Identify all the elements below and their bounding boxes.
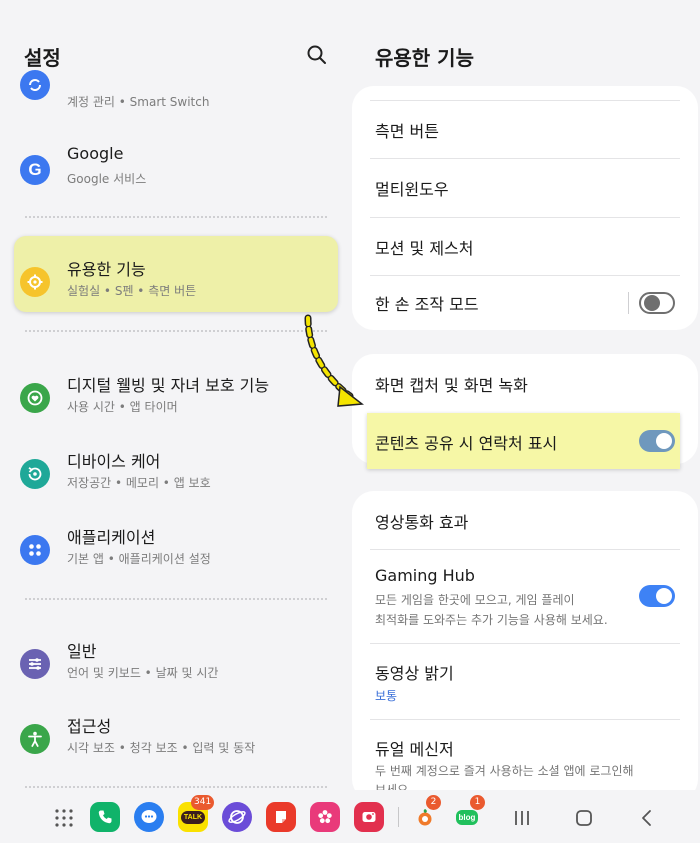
page-title: 유용한 기능 [375,46,474,70]
apps-grid-icon [20,535,50,565]
phone-app-icon[interactable] [90,802,120,832]
features-card: 측면 버튼 멀티윈도우 모션 및 제스처 한 손 조작 모드 [352,86,698,330]
features-card: 영상통화 효과 Gaming Hub 모든 게임을 한곳에 모으고, 게임 플레… [352,491,698,790]
search-icon [307,45,326,64]
settings-item-apps[interactable]: 애플리케이션 기본 앱 • 애플리케이션 설정 [0,520,350,580]
blog-logo: blog [455,809,479,825]
dual-messenger-item[interactable]: 듀얼 메신저 두 번째 계정으로 즐겨 사용하는 소셜 앱에 로그인해 보세요. [352,720,698,790]
item-label: 콘텐츠 공유 시 연락처 표시 [375,434,558,453]
heart-circle-icon [20,383,50,413]
settings-item-subtitle: 저장공간 • 메모리 • 앱 보호 [67,476,211,490]
one-handed-mode-item[interactable]: 한 손 조작 모드 [352,276,698,330]
recent-app-icon[interactable]: 2 [410,795,441,832]
screen: 설정 계정 관리 • Smart Switch G Google Google … [0,0,700,843]
settings-item-title: 애플리케이션 [67,528,156,547]
advanced-features-pane: 유용한 기능 측면 버튼 멀티윈도우 모션 및 제스처 한 손 조작 모드 화면… [350,0,700,790]
google-icon: G [20,155,50,185]
item-value: 보통 [375,689,398,703]
settings-item-advanced-features[interactable]: 유용한 기능 실험실 • S펜 • 측면 버튼 [0,252,350,312]
settings-item-subtitle: 사용 시간 • 앱 타이머 [67,400,178,414]
gear-plus-icon [20,267,50,297]
settings-item-subtitle: 계정 관리 • Smart Switch [67,95,210,109]
settings-item-title: 유용한 기능 [67,260,146,279]
show-contacts-when-sharing-item[interactable]: 콘텐츠 공유 시 연락처 표시 [352,413,698,469]
motions-gestures-item[interactable]: 모션 및 제스처 [352,218,698,276]
gaming-hub-item[interactable]: Gaming Hub 모든 게임을 한곳에 모으고, 게임 플레이 최적화를 도… [352,550,698,643]
settings-item-subtitle: 언어 및 키보드 • 날짜 및 시간 [67,666,219,680]
settings-item-title: 디바이스 케어 [67,452,161,471]
item-label: 동영상 밝기 [375,664,454,683]
search-button[interactable] [304,42,330,68]
item-description: 보세요. [375,783,412,790]
section-divider [25,786,327,788]
item-label: 멀티윈도우 [375,180,449,199]
settings-item-accessibility[interactable]: 접근성 시각 보조 • 청각 보조 • 입력 및 동작 [0,709,350,769]
camera-app-icon[interactable] [354,802,384,832]
section-divider [25,216,327,218]
section-divider [25,330,327,332]
gallery-app-icon[interactable] [310,802,340,832]
messages-app-icon[interactable] [134,802,164,832]
accessibility-icon [20,724,50,754]
screenshots-recording-item[interactable]: 화면 캡처 및 화면 녹화 [352,354,698,412]
item-label: 화면 캡처 및 화면 녹화 [375,376,528,395]
naver-blog-app-icon[interactable]: blog 1 [452,795,485,832]
settings-item-subtitle: 실험실 • S펜 • 측면 버튼 [67,284,197,298]
kakaotalk-app-icon[interactable]: TALK 341 [178,795,215,832]
item-label: 영상통화 효과 [375,513,469,532]
one-handed-mode-toggle[interactable] [639,292,675,314]
notification-badge: 2 [426,795,441,810]
item-label: 듀얼 메신저 [375,740,454,759]
home-icon[interactable] [574,808,594,828]
taskbar: TALK 341 2 blog 1 [0,790,700,843]
settings-item-subtitle: 시각 보조 • 청각 보조 • 입력 및 동작 [67,741,256,755]
settings-item-title: 일반 [67,642,97,661]
settings-item-general[interactable]: 일반 언어 및 키보드 • 날짜 및 시간 [0,634,350,694]
kakaotalk-logo: TALK [180,810,206,824]
notification-badge: 1 [470,795,485,810]
settings-item-title: 디지털 웰빙 및 자녀 보호 기능 [67,376,270,395]
item-description: 최적화를 도와주는 추가 기능을 사용해 보세요. [375,613,608,627]
sync-icon [20,70,50,100]
settings-item-subtitle: 기본 앱 • 애플리케이션 설정 [67,552,211,566]
toggle-separator [628,292,629,314]
internet-app-icon[interactable] [222,802,252,832]
multi-window-item[interactable]: 멀티윈도우 [352,159,698,217]
section-divider [25,598,327,600]
item-label: 측면 버튼 [375,122,439,141]
recent-apps-icon[interactable] [512,808,532,828]
settings-item-subtitle: Google 서비스 [67,172,147,186]
item-label: 모션 및 제스처 [375,239,474,258]
settings-item-title: Google [67,144,124,163]
item-label: 한 손 조작 모드 [375,295,479,314]
side-button-item[interactable]: 측면 버튼 [352,101,698,158]
item-description: 두 번째 계정으로 즐겨 사용하는 소셜 앱에 로그인해 [375,764,634,778]
show-contacts-toggle[interactable] [639,430,675,452]
refresh-circle-icon [20,459,50,489]
video-call-effects-item[interactable]: 영상통화 효과 [352,491,698,549]
annotation-arrow-icon [304,314,364,407]
item-label: Gaming Hub [375,566,475,585]
settings-item-google[interactable]: G Google Google 서비스 [0,140,350,200]
back-icon[interactable] [637,808,657,828]
app-drawer-icon[interactable] [54,808,74,828]
settings-item-device-care[interactable]: 디바이스 케어 저장공간 • 메모리 • 앱 보호 [0,444,350,504]
settings-item-title: 접근성 [67,717,112,736]
sliders-icon [20,649,50,679]
item-description: 모든 게임을 한곳에 모으고, 게임 플레이 [375,593,575,607]
video-brightness-item[interactable]: 동영상 밝기 보통 [352,644,698,719]
settings-item-accounts[interactable]: 계정 관리 • Smart Switch [0,66,350,126]
taskbar-divider [398,807,399,827]
notes-app-icon[interactable] [266,802,296,832]
gaming-hub-toggle[interactable] [639,585,675,607]
notification-badge: 341 [191,795,215,810]
